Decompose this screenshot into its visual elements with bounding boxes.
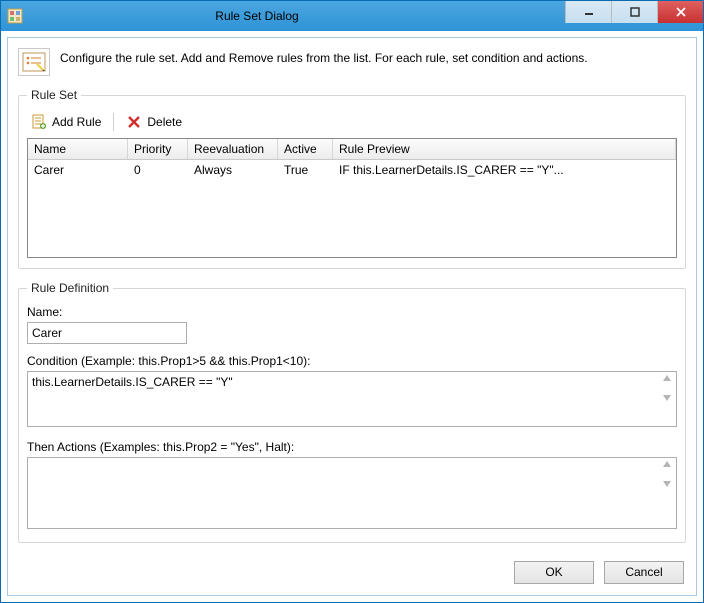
add-rule-button[interactable]: Add Rule [27, 112, 105, 132]
col-priority[interactable]: Priority [128, 139, 188, 159]
cell-name: Carer [28, 160, 128, 180]
delete-button[interactable]: Delete [122, 112, 186, 132]
add-rule-label: Add Rule [52, 115, 101, 129]
cancel-button[interactable]: Cancel [604, 561, 684, 584]
maximize-button[interactable] [611, 1, 657, 23]
rule-set-toolbar: Add Rule Delete [27, 110, 677, 138]
then-input[interactable] [27, 457, 677, 529]
app-icon [7, 8, 23, 24]
col-active[interactable]: Active [278, 139, 333, 159]
cell-active: True [278, 160, 333, 180]
grid-header: Name Priority Reevaluation Active Rule P… [28, 139, 676, 160]
condition-input[interactable] [27, 371, 677, 427]
rule-set-legend: Rule Set [27, 88, 81, 102]
window-controls [565, 1, 703, 31]
cell-reevaluation: Always [188, 160, 278, 180]
delete-label: Delete [147, 115, 182, 129]
config-text: Configure the rule set. Add and Remove r… [60, 48, 588, 65]
col-reevaluation[interactable]: Reevaluation [188, 139, 278, 159]
toolbar-separator [113, 113, 114, 131]
titlebar: Rule Set Dialog [1, 1, 703, 31]
rule-definition-group: Rule Definition Name: Condition (Example… [18, 281, 686, 543]
config-icon [18, 48, 50, 76]
then-label: Then Actions (Examples: this.Prop2 = "Ye… [27, 440, 677, 454]
cell-preview: IF this.LearnerDetails.IS_CARER == "Y"..… [333, 160, 676, 180]
minimize-button[interactable] [565, 1, 611, 23]
footer: OK Cancel [18, 555, 686, 586]
config-row: Configure the rule set. Add and Remove r… [18, 48, 686, 76]
col-name[interactable]: Name [28, 139, 128, 159]
rules-grid[interactable]: Name Priority Reevaluation Active Rule P… [27, 138, 677, 258]
client-area: Configure the rule set. Add and Remove r… [7, 37, 697, 596]
col-preview[interactable]: Rule Preview [333, 139, 676, 159]
delete-icon [126, 114, 142, 130]
window-title: Rule Set Dialog [29, 9, 565, 23]
condition-label: Condition (Example: this.Prop1>5 && this… [27, 354, 677, 368]
condition-scroll[interactable] [662, 374, 674, 402]
name-label: Name: [27, 305, 677, 319]
name-input[interactable] [27, 322, 187, 344]
add-rule-icon [31, 114, 47, 130]
rule-definition-legend: Rule Definition [27, 281, 113, 295]
table-row[interactable]: Carer 0 Always True IF this.LearnerDetai… [28, 160, 676, 180]
window: Rule Set Dialog [0, 0, 704, 603]
ok-button[interactable]: OK [514, 561, 594, 584]
cell-priority: 0 [128, 160, 188, 180]
rule-set-group: Rule Set Add Rule [18, 88, 686, 269]
close-button[interactable] [657, 1, 703, 23]
then-scroll[interactable] [662, 460, 674, 488]
